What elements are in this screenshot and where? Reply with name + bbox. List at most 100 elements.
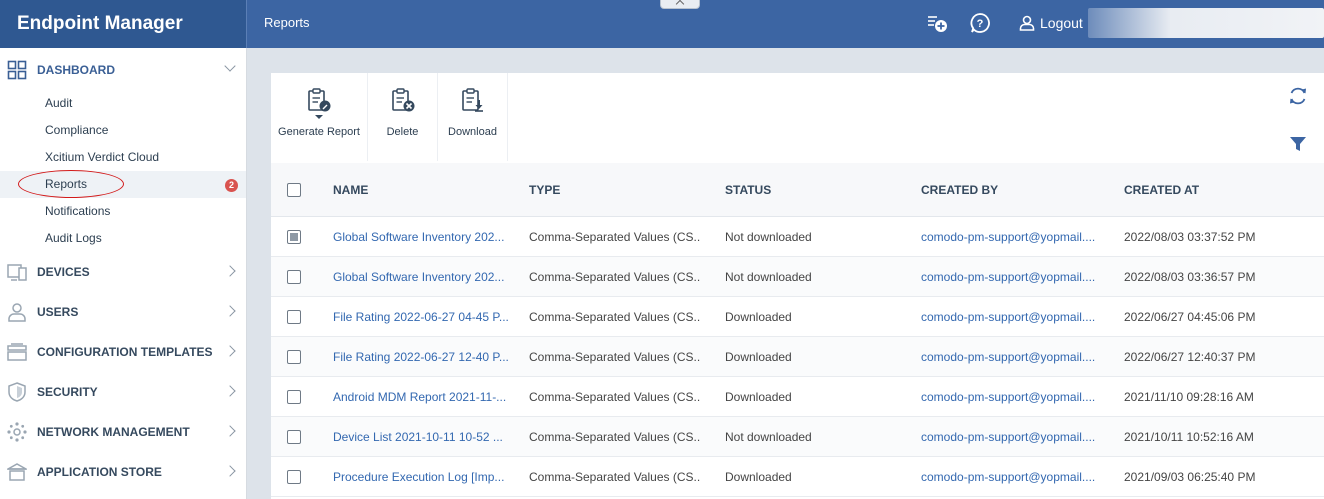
filter-icon[interactable]: [1287, 133, 1309, 155]
sidebar-subitem-label: Audit Logs: [45, 231, 102, 245]
row-checkbox[interactable]: [287, 430, 301, 444]
logout-label: Logout: [1040, 15, 1083, 31]
tool-label: Download: [448, 126, 497, 138]
table-row[interactable]: Procedure Execution Log [Imp... Comma-Se…: [271, 457, 1324, 497]
sidebar-subitem-reports[interactable]: Reports 2: [0, 170, 246, 198]
clipboard-download-icon: [461, 88, 483, 112]
row-checkbox[interactable]: [287, 470, 301, 484]
sidebar-subitem-label: Xcitium Verdict Cloud: [45, 150, 160, 164]
report-name-link[interactable]: File Rating 2022-06-27 12-40 P...: [333, 337, 508, 377]
report-name-link[interactable]: Device List 2021-10-11 10-52 ...: [333, 417, 508, 457]
sidebar-item-dashboard[interactable]: DASHBOARD: [0, 50, 246, 90]
shield-icon: [8, 382, 26, 402]
sidebar-subitem-label: Compliance: [45, 123, 109, 137]
report-type: Comma-Separated Values (CS...: [529, 270, 701, 284]
sidebar-subitem-compliance[interactable]: Compliance: [0, 117, 246, 144]
count-badge: 2: [225, 179, 238, 192]
column-header-created-by[interactable]: CREATED BY: [921, 163, 1099, 217]
sidebar-subitem-label: Audit: [45, 96, 73, 110]
sidebar-item-security[interactable]: SECURITY: [0, 372, 246, 412]
add-task-icon[interactable]: [926, 12, 948, 34]
created-by-link[interactable]: comodo-pm-support@yopmail....: [921, 377, 1099, 417]
created-at: 2021/10/11 10:52:16 AM: [1124, 430, 1254, 444]
download-button[interactable]: Download: [438, 73, 508, 161]
report-name-link[interactable]: Android MDM Report 2021-11-...: [333, 377, 508, 417]
reports-table: NAME TYPE STATUS CREATED BY CREATED AT G…: [271, 163, 1324, 497]
created-at: 2022/06/27 04:45:06 PM: [1124, 310, 1256, 324]
sidebar-subitem-audit-logs[interactable]: Audit Logs: [0, 225, 246, 252]
select-all-checkbox[interactable]: [287, 183, 301, 197]
created-at: 2022/08/03 03:37:52 PM: [1124, 230, 1256, 244]
sidebar-item-label: APPLICATION STORE: [37, 465, 162, 479]
reports-panel: Generate Report Delete Download NAME TYP…: [271, 73, 1324, 499]
report-status: Not downloaded: [725, 430, 812, 444]
grid-icon: [7, 60, 27, 80]
created-at: 2022/08/03 03:36:57 PM: [1124, 270, 1256, 284]
table-row[interactable]: File Rating 2022-06-27 12-40 P... Comma-…: [271, 337, 1324, 377]
report-name-link[interactable]: Procedure Execution Log [Imp...: [333, 457, 508, 497]
chevron-down-icon: [224, 60, 236, 72]
chevron-right-icon: [224, 265, 236, 277]
row-checkbox[interactable]: [287, 230, 301, 244]
generate-report-button[interactable]: Generate Report: [271, 73, 368, 161]
chevron-right-icon: [224, 345, 236, 357]
network-icon: [7, 422, 27, 442]
created-at: 2021/11/10 09:28:16 AM: [1124, 390, 1254, 404]
report-status: Not downloaded: [725, 270, 812, 284]
top-bar: Endpoint Manager Reports ? Logout: [0, 0, 1324, 48]
table-row[interactable]: Android MDM Report 2021-11-... Comma-Sep…: [271, 377, 1324, 417]
delete-button[interactable]: Delete: [368, 73, 438, 161]
sidebar: DASHBOARD Audit Compliance Xcitium Verdi…: [0, 48, 247, 499]
refresh-icon[interactable]: [1287, 85, 1309, 107]
sidebar-item-configuration-templates[interactable]: CONFIGURATION TEMPLATES: [0, 332, 246, 372]
table-row[interactable]: File Rating 2022-06-27 04-45 P... Comma-…: [271, 297, 1324, 337]
sidebar-subitem-audit[interactable]: Audit: [0, 90, 246, 117]
table-row[interactable]: Device List 2021-10-11 10-52 ... Comma-S…: [271, 417, 1324, 457]
caret-down-icon: [315, 115, 323, 119]
column-header-status[interactable]: STATUS: [725, 163, 905, 217]
svg-text:?: ?: [977, 18, 984, 30]
created-by-link[interactable]: comodo-pm-support@yopmail....: [921, 257, 1099, 297]
devices-icon: [7, 264, 27, 281]
column-header-name[interactable]: NAME: [333, 163, 508, 217]
created-by-link[interactable]: comodo-pm-support@yopmail....: [921, 417, 1099, 457]
created-by-link[interactable]: comodo-pm-support@yopmail....: [921, 457, 1099, 497]
row-checkbox[interactable]: [287, 350, 301, 364]
table-header: NAME TYPE STATUS CREATED BY CREATED AT: [271, 163, 1324, 217]
app-brand[interactable]: Endpoint Manager: [0, 0, 247, 48]
sidebar-item-label: SECURITY: [37, 385, 98, 399]
sidebar-item-devices[interactable]: DEVICES: [0, 252, 246, 292]
table-row[interactable]: Global Software Inventory 202... Comma-S…: [271, 257, 1324, 297]
row-checkbox[interactable]: [287, 270, 301, 284]
user-icon: [1019, 15, 1035, 31]
help-icon[interactable]: ?: [969, 12, 991, 34]
chevron-right-icon: [224, 465, 236, 477]
table-row[interactable]: Global Software Inventory 202... Comma-S…: [271, 217, 1324, 257]
sidebar-item-network-management[interactable]: NETWORK MANAGEMENT: [0, 412, 246, 452]
report-status: Not downloaded: [725, 230, 812, 244]
row-checkbox[interactable]: [287, 390, 301, 404]
created-by-link[interactable]: comodo-pm-support@yopmail....: [921, 337, 1099, 377]
report-name-link[interactable]: Global Software Inventory 202...: [333, 257, 508, 297]
report-status: Downloaded: [725, 310, 792, 324]
created-by-link[interactable]: comodo-pm-support@yopmail....: [921, 217, 1099, 257]
report-name-link[interactable]: Global Software Inventory 202...: [333, 217, 508, 257]
created-by-link[interactable]: comodo-pm-support@yopmail....: [921, 297, 1099, 337]
logout-button[interactable]: Logout: [1018, 0, 1083, 46]
column-header-created-at[interactable]: CREATED AT: [1124, 163, 1314, 217]
report-type: Comma-Separated Values (CS...: [529, 230, 701, 244]
collapse-header-toggle[interactable]: [660, 0, 700, 9]
breadcrumb: Reports: [264, 15, 310, 30]
report-type: Comma-Separated Values (CS...: [529, 350, 701, 364]
report-name-link[interactable]: File Rating 2022-06-27 04-45 P...: [333, 297, 508, 337]
chevron-right-icon: [224, 305, 236, 317]
sidebar-subitem-xcitium-verdict-cloud[interactable]: Xcitium Verdict Cloud: [0, 144, 246, 171]
column-header-type[interactable]: TYPE: [529, 163, 701, 217]
report-status: Downloaded: [725, 350, 792, 364]
sidebar-subitem-notifications[interactable]: Notifications: [0, 198, 246, 225]
sidebar-item-application-store[interactable]: APPLICATION STORE: [0, 452, 246, 492]
row-checkbox[interactable]: [287, 310, 301, 324]
clipboard-delete-icon: [391, 88, 414, 112]
sidebar-item-users[interactable]: USERS: [0, 292, 246, 332]
templates-icon: [7, 343, 27, 361]
